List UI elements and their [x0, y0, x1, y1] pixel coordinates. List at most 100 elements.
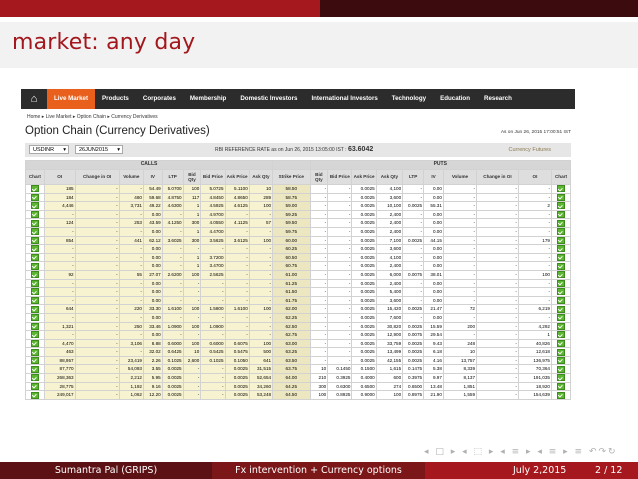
column-header[interactable]: Chart	[25, 169, 45, 185]
put-cell[interactable]: 4,292	[517, 321, 552, 332]
chart-icon[interactable]	[30, 254, 39, 261]
call-cell[interactable]: -	[43, 278, 76, 289]
chart-icon[interactable]	[30, 219, 39, 227]
chart-icon[interactable]	[30, 279, 39, 287]
strike-price-cell[interactable]: 62.75	[272, 330, 311, 340]
strike-price-cell[interactable]: 59.25	[272, 209, 311, 220]
chart-icon[interactable]	[556, 305, 565, 313]
strike-price-cell[interactable]: 63.75	[272, 364, 311, 375]
call-cell[interactable]: -	[43, 287, 76, 297]
column-header[interactable]: Bid Price	[200, 169, 226, 185]
chart-icon[interactable]	[30, 297, 39, 304]
chart-icon[interactable]	[556, 219, 565, 227]
call-cell[interactable]: 124	[43, 218, 76, 228]
put-cell[interactable]: -	[517, 244, 552, 254]
call-cell[interactable]: -	[43, 312, 76, 323]
call-cell[interactable]: 463	[43, 347, 76, 357]
put-cell[interactable]: 179	[517, 235, 552, 246]
column-header[interactable]: Strike Price	[272, 169, 311, 185]
call-cell[interactable]: 1,321	[43, 321, 76, 332]
chart-icon[interactable]	[30, 194, 39, 201]
put-cell[interactable]: -	[517, 192, 552, 203]
put-cell[interactable]: 2	[517, 201, 552, 211]
put-cell[interactable]: -	[517, 218, 552, 228]
nav-item[interactable]: Membership	[183, 89, 233, 109]
chart-icon[interactable]	[556, 365, 565, 373]
call-cell[interactable]: -	[43, 244, 76, 254]
chart-icon[interactable]	[556, 383, 565, 390]
call-cell[interactable]: 268,363	[43, 373, 76, 383]
call-cell[interactable]: -	[43, 226, 76, 237]
column-header[interactable]: Ask Price	[351, 169, 377, 185]
chart-icon[interactable]	[556, 211, 565, 218]
chart-icon[interactable]	[30, 202, 39, 210]
call-cell[interactable]: -	[43, 252, 76, 263]
chart-icon[interactable]	[30, 314, 39, 322]
call-cell[interactable]: 184	[43, 192, 76, 203]
column-header[interactable]: Ask Qty	[248, 169, 274, 185]
column-header[interactable]: Bid Qty	[309, 169, 329, 185]
put-cell[interactable]: -	[517, 278, 552, 289]
chart-icon[interactable]	[30, 391, 39, 399]
column-header[interactable]: OI	[43, 169, 76, 185]
chart-icon[interactable]	[556, 279, 565, 287]
chart-icon[interactable]	[556, 254, 565, 261]
strike-price-cell[interactable]: 64.00	[272, 373, 311, 383]
chart-icon[interactable]	[30, 288, 39, 296]
chart-icon[interactable]	[30, 348, 39, 356]
call-cell[interactable]: 249,017	[43, 390, 76, 400]
column-header[interactable]: Volume	[118, 169, 144, 185]
chart-icon[interactable]	[30, 374, 39, 382]
currency-futures-link[interactable]: Currency Futures	[509, 146, 552, 154]
put-cell[interactable]: 100	[517, 269, 552, 280]
column-header[interactable]: Change in OI	[74, 169, 120, 185]
expiry-select[interactable]: 26JUN2015 ▾	[75, 145, 123, 154]
call-cell[interactable]: 854	[43, 235, 76, 246]
chart-icon[interactable]	[30, 340, 39, 347]
column-header[interactable]: Chart	[550, 169, 572, 185]
strike-price-cell[interactable]: 61.00	[272, 269, 311, 280]
put-cell[interactable]: 191,035	[517, 373, 552, 383]
strike-price-cell[interactable]: 63.00	[272, 338, 311, 349]
call-cell[interactable]: 92	[43, 269, 76, 280]
put-cell[interactable]: -	[517, 312, 552, 323]
column-header[interactable]: Bid Qty	[182, 169, 202, 185]
chart-icon[interactable]	[556, 228, 565, 236]
put-cell[interactable]: 18,920	[517, 381, 552, 392]
chart-icon[interactable]	[556, 237, 565, 244]
column-header[interactable]: Ask Qty	[375, 169, 404, 185]
chart-icon[interactable]	[556, 288, 565, 296]
call-cell[interactable]: 87,770	[43, 364, 76, 375]
put-cell[interactable]: -	[517, 226, 552, 237]
strike-price-cell[interactable]: 63.50	[272, 355, 311, 366]
chart-icon[interactable]	[556, 245, 565, 253]
chart-icon[interactable]	[30, 237, 39, 244]
put-cell[interactable]: 6,219	[517, 304, 552, 314]
column-header[interactable]: Change in OI	[476, 169, 519, 185]
column-header[interactable]: Volume	[442, 169, 478, 185]
put-cell[interactable]: 70,364	[517, 364, 552, 375]
column-header[interactable]: LTP	[161, 169, 184, 185]
call-cell[interactable]: 4,446	[43, 201, 76, 211]
symbol-select[interactable]: USDINR ▾	[29, 145, 69, 154]
put-cell[interactable]: -	[517, 287, 552, 297]
nav-item[interactable]: Education	[433, 89, 477, 109]
chart-icon[interactable]	[556, 271, 565, 279]
nav-item[interactable]: Live Market	[47, 89, 96, 109]
strike-price-cell[interactable]: 60.25	[272, 244, 311, 254]
chart-icon[interactable]	[30, 305, 39, 313]
chart-icon[interactable]	[30, 383, 39, 390]
chart-icon[interactable]	[556, 262, 565, 270]
chart-icon[interactable]	[556, 357, 565, 365]
strike-price-cell[interactable]: 61.25	[272, 278, 311, 289]
call-cell[interactable]: -	[43, 261, 76, 271]
put-cell[interactable]: -	[517, 209, 552, 220]
strike-price-cell[interactable]: 58.75	[272, 192, 311, 203]
chart-icon[interactable]	[30, 228, 39, 236]
strike-price-cell[interactable]: 59.00	[272, 201, 311, 211]
nav-item[interactable]: Domestic Investors	[233, 89, 304, 109]
chart-icon[interactable]	[30, 365, 39, 373]
put-cell[interactable]: -	[517, 184, 552, 194]
nav-item[interactable]: Technology	[385, 89, 433, 109]
put-cell[interactable]: 40,826	[517, 338, 552, 349]
